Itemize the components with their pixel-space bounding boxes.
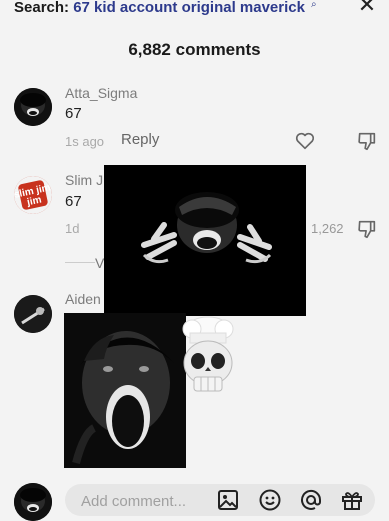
divider [65,262,95,263]
dislike-icon[interactable] [356,218,378,240]
like-count: 1,262 [311,221,344,236]
search-query: 67 kid account original maverick [73,0,305,16]
comment-username[interactable]: Aiden [65,291,101,307]
search-icon: ⌕ [311,0,317,10]
view-replies-button[interactable]: V [95,255,104,271]
comment-username[interactable]: Atta_Sigma [65,85,137,101]
avatar[interactable]: slim jim jim [14,176,52,214]
mention-icon[interactable] [299,488,323,512]
comment-text: 67 [65,193,82,210]
reply-button[interactable]: Reply [121,131,159,148]
image-icon[interactable] [216,488,240,512]
search-text[interactable]: Search: 67 kid account original maverick [14,0,305,16]
search-label: Search: [14,0,70,16]
close-icon[interactable]: ✕ [356,0,378,16]
dislike-icon[interactable] [356,130,378,152]
heart-icon[interactable] [294,130,316,152]
comment-time: 1d [65,221,80,236]
avatar[interactable] [14,483,52,521]
comment-username[interactable]: Slim J [65,172,103,188]
avatar[interactable] [14,295,52,333]
comment-time: 1s ago [65,134,105,149]
gift-icon[interactable] [340,488,364,512]
comment-text: 67 [65,105,82,122]
avatar[interactable] [14,88,52,126]
comment-input[interactable] [79,484,213,518]
comments-count: 6,882 comments [128,40,261,59]
skull-emoji-icon [178,313,238,399]
meme-image-overlay [104,165,306,316]
meme-image-overlay [64,313,186,468]
emoji-icon[interactable] [258,488,282,512]
search-bar[interactable]: Search: 67 kid account original maverick… [0,0,389,22]
